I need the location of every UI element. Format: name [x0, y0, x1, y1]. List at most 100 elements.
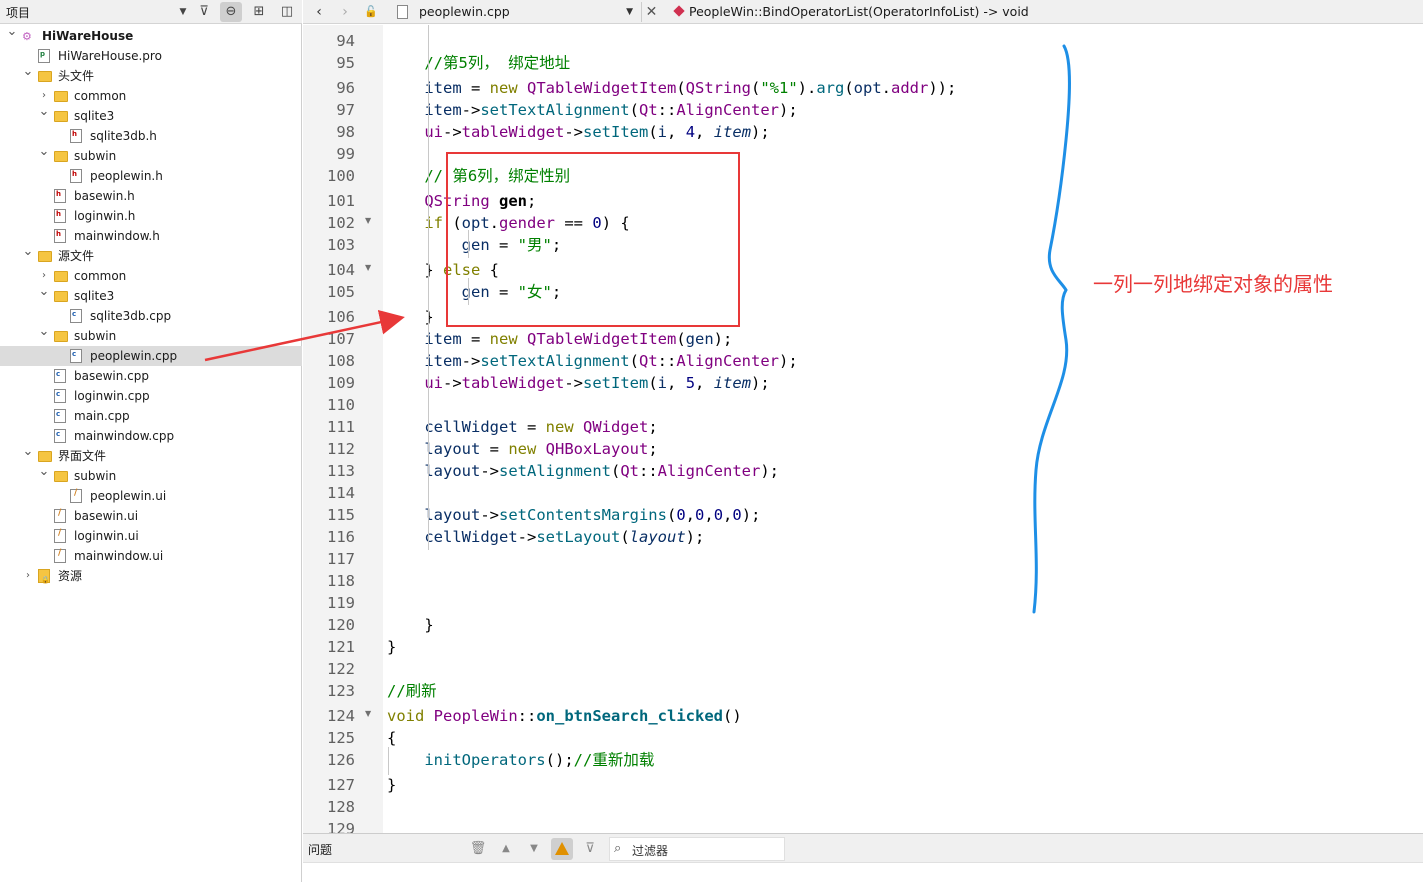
tree-item[interactable]: mainwindow.ui — [0, 543, 302, 566]
chevron-down-icon[interactable]: ⌄ — [22, 442, 34, 462]
line-number: 124 — [327, 707, 355, 725]
symbol-combobox[interactable]: PeopleWin::BindOperatorList(OperatorInfo… — [669, 2, 1029, 22]
code-line: layout->setContentsMargins(0,0,0,0); — [424, 506, 761, 524]
code-line: layout->setAlignment(Qt::AlignCenter); — [424, 462, 779, 480]
tree-item[interactable]: › 资源 — [0, 566, 302, 590]
next-item-icon[interactable]: ▼ — [523, 838, 545, 860]
line-number: 115 — [327, 506, 355, 524]
fold-toggle-icon[interactable]: ▼ — [365, 257, 371, 279]
tree-item-label: loginwin.h — [74, 209, 136, 223]
tree-item[interactable]: mainwindow.h — [0, 224, 302, 246]
code-line: gen = "男"; — [461, 236, 562, 254]
chevron-down-icon[interactable]: ⌄ — [6, 22, 18, 42]
file-dropdown-chevron-icon: ▼ — [626, 7, 633, 17]
chevron-down-icon[interactable]: ⌄ — [38, 462, 50, 482]
line-number: 95 — [336, 54, 355, 72]
ui-file-icon — [54, 523, 66, 543]
chevron-down-icon[interactable]: ⌄ — [38, 282, 50, 302]
code-line: { — [387, 729, 397, 747]
tree-item[interactable]: ⌄ subwin — [0, 324, 302, 346]
tree-item[interactable]: basewin.ui — [0, 503, 302, 526]
code-line: initOperators();//重新加载 — [424, 751, 655, 769]
chevron-down-icon[interactable]: ⌄ — [22, 62, 34, 82]
tree-item[interactable]: loginwin.ui — [0, 523, 302, 546]
tree-item[interactable]: main.cpp — [0, 404, 302, 426]
tree-item[interactable]: peoplewin.h — [0, 164, 302, 186]
ui-file-icon — [70, 483, 82, 503]
tree-item[interactable]: mainwindow.cpp — [0, 424, 302, 446]
search-icon: ⌕ — [614, 841, 622, 856]
chevron-right-icon[interactable]: › — [22, 566, 34, 586]
tree-item[interactable]: ⌄ subwin — [0, 464, 302, 486]
function-symbol-icon — [673, 5, 685, 17]
code-line: ui->tableWidget->setItem(i, 4, item); — [424, 123, 770, 141]
tree-item-label: mainwindow.cpp — [74, 429, 175, 443]
code-line: cellWidget->setLayout(layout); — [424, 528, 705, 546]
fold-toggle-icon[interactable]: ▼ — [365, 703, 371, 725]
tree-item-label: basewin.h — [74, 189, 135, 203]
line-number: 111 — [327, 418, 355, 436]
open-file-combobox[interactable]: peoplewin.cpp ▼ — [393, 2, 633, 22]
pro-file-icon — [38, 44, 50, 64]
line-number: 121 — [327, 638, 355, 656]
header-file-icon — [54, 184, 66, 204]
tree-item-label: mainwindow.ui — [74, 549, 164, 563]
tree-item[interactable]: ⌄ 头文件 — [0, 64, 302, 86]
line-number: 109 — [327, 374, 355, 392]
cpp-file-icon — [70, 304, 82, 324]
issues-filter-input[interactable]: ⌕ 过滤器 — [609, 837, 785, 861]
tree-item-label: subwin — [74, 149, 117, 163]
tree-item-label: sqlite3 — [74, 109, 115, 123]
tree-item[interactable]: peoplewin.ui — [0, 483, 302, 506]
tree-item[interactable]: basewin.cpp — [0, 364, 302, 386]
view-dropdown-chevron-icon[interactable]: ▼ — [172, 2, 194, 22]
lock-icon[interactable]: 🔓 — [361, 2, 381, 22]
resources-folder-icon — [38, 569, 50, 590]
line-number: 120 — [327, 616, 355, 634]
header-file-icon — [54, 204, 66, 224]
tree-item[interactable]: basewin.h — [0, 184, 302, 206]
tree-item[interactable]: HiWareHouse.pro — [0, 44, 302, 66]
tree-item[interactable]: ⌄ subwin — [0, 144, 302, 166]
tree-item[interactable]: ⌄ 源文件 — [0, 244, 302, 266]
warning-filter-icon[interactable] — [551, 838, 573, 860]
code-editor[interactable]: 94 95 96 97 98 99 100 101 102 ▼ 103 104 ▼ 105 106 107 10… — [303, 25, 1423, 833]
tree-item[interactable]: ⌄ HiWareHouse — [0, 24, 302, 47]
line-number: 125 — [327, 729, 355, 747]
line-number: 98 — [336, 123, 355, 141]
tree-item-label: HiWareHouse.pro — [58, 49, 162, 63]
tree-item[interactable]: ⌄ sqlite3 — [0, 284, 302, 306]
forward-arrow-icon[interactable]: › — [335, 2, 355, 22]
project-panel-toolbar: 项目 ▼ ⊽ ⊖ ⊞ ◫ — [0, 0, 302, 24]
close-file-icon[interactable]: ✕ — [641, 2, 661, 22]
chevron-down-icon[interactable]: ⌄ — [22, 242, 34, 262]
fold-toggle-icon[interactable]: ▼ — [365, 210, 371, 232]
back-arrow-icon[interactable]: ‹ — [309, 2, 329, 22]
link-with-editor-icon[interactable]: ⊖ — [220, 2, 242, 22]
line-number: 129 — [327, 820, 355, 833]
trash-icon[interactable]: 🗑 — [467, 838, 489, 860]
close-sidebar-icon[interactable]: ◫ — [276, 2, 298, 22]
line-number: 116 — [327, 528, 355, 546]
tree-item[interactable]: loginwin.cpp — [0, 384, 302, 406]
tree-item[interactable]: ⌄ sqlite3 — [0, 104, 302, 126]
tree-item[interactable]: peoplewin.cpp — [0, 344, 302, 366]
previous-item-icon[interactable]: ▲ — [495, 838, 517, 860]
tree-item-label: 界面文件 — [58, 449, 107, 463]
split-add-icon[interactable]: ⊞ — [248, 2, 270, 22]
code-line: //刷新 — [387, 682, 437, 700]
code-line: void PeopleWin::on_btnSearch_clicked() — [387, 707, 742, 725]
chevron-down-icon[interactable]: ⌄ — [38, 102, 50, 122]
filter-icon[interactable]: ⊽ — [579, 838, 601, 860]
chevron-down-icon[interactable]: ⌄ — [38, 322, 50, 342]
tree-item-label: basewin.ui — [74, 509, 139, 523]
code-line: } — [387, 776, 397, 794]
issues-filter-placeholder: 过滤器 — [632, 844, 669, 858]
tree-item-label: 源文件 — [58, 249, 95, 263]
header-file-icon — [54, 224, 66, 244]
chevron-down-icon[interactable]: ⌄ — [38, 142, 50, 162]
filter-icon[interactable]: ⊽ — [193, 2, 215, 22]
line-number: 104 — [327, 261, 355, 279]
tree-item[interactable]: loginwin.h — [0, 204, 302, 226]
line-number: 128 — [327, 798, 355, 816]
